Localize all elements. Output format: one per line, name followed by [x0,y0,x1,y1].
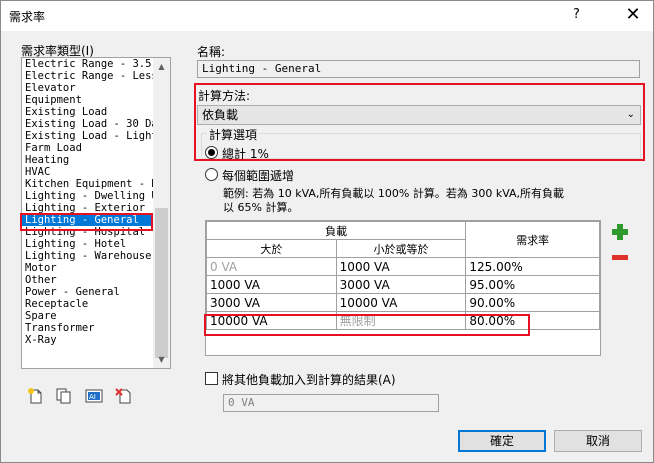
svg-text:AI: AI [89,393,96,401]
demand-factor-dialog: 需求率 ? ✕ 需求率類型(I) Electric Range - 3.5 ..… [0,0,654,463]
add-row-button[interactable] [611,223,629,241]
list-items: Electric Range - 3.5 ...Electric Range -… [22,58,154,346]
option-incremental-label: 每個範圍遞增 [222,169,295,183]
list-item[interactable]: Lighting - Warehouse [22,250,154,262]
cell-less-equal[interactable]: 3000 VA [335,275,467,294]
add-load-field: 0 VA [223,394,439,412]
calc-options-label: 計算選項 [207,126,260,143]
add-load-checkbox[interactable] [205,372,218,385]
window-title: 需求率 [9,10,46,24]
delete-type-button[interactable] [115,387,133,405]
calc-method-value: 依負載 [202,108,239,122]
list-item[interactable]: Existing Load - 30 Day [22,118,154,130]
list-item[interactable]: Receptacle [22,298,154,310]
list-item[interactable]: Existing Load [22,106,154,118]
name-field: Lighting - General [197,60,640,78]
list-item[interactable]: HVAC [22,166,154,178]
scroll-thumb[interactable] [155,208,168,358]
cell-less-equal[interactable]: 10000 VA [335,293,467,312]
chevron-down-icon: ⌄ [626,109,635,120]
list-item[interactable]: X-Ray [22,334,154,346]
table-row[interactable]: 1000 VA 3000 VA 95.00% [206,275,600,294]
list-item[interactable]: Spare [22,310,154,322]
rename-type-button[interactable]: AI [85,387,103,405]
list-item[interactable]: Electric Range - 3.5 ... [22,58,154,70]
list-item[interactable]: Other [22,274,154,286]
help-button[interactable]: ? [573,7,580,22]
option-incremental-radio[interactable] [205,168,218,181]
ok-button[interactable]: 確定 [458,430,546,452]
cancel-button[interactable]: 取消 [554,430,642,452]
list-item[interactable]: Electric Range - Less [22,70,154,82]
cell-factor[interactable]: 125.00% [465,257,600,276]
cell-factor[interactable]: 95.00% [465,275,600,294]
scroll-up-arrow-icon[interactable]: ▲ [153,58,170,75]
cell-greater[interactable]: 3000 VA [206,293,337,312]
table-row[interactable]: 0 VA 1000 VA 125.00% [206,257,600,276]
new-type-button[interactable] [27,387,45,405]
new-document-icon [28,388,42,404]
calc-method-label: 計算方法: [198,89,251,103]
copy-icon [56,388,71,404]
example-text-line2: 以 65% 計算。 [223,201,299,214]
header-greater: 大於 [206,239,337,258]
cell-less-equal[interactable]: 1000 VA [335,257,467,276]
name-label: 名稱: [197,45,226,59]
header-less-equal: 小於或等於 [335,239,467,258]
list-item[interactable]: Lighting - Dwelling U [22,190,154,202]
list-item[interactable]: Heating [22,154,154,166]
list-item[interactable]: Power - General [22,286,154,298]
list-item[interactable]: Transformer [22,322,154,334]
option-total-radio[interactable] [205,146,218,159]
minus-icon [612,255,628,260]
plus-icon [612,224,628,240]
calc-method-select[interactable]: 依負載 ⌄ [197,105,641,125]
last-row-highlight [204,314,530,336]
list-item[interactable]: Elevator [22,82,154,94]
add-load-label: 將其他負載加入到計算的結果(A) [222,373,396,387]
list-scrollbar[interactable]: ▲ ▼ [153,58,170,368]
duplicate-type-button[interactable] [55,387,73,405]
cell-factor[interactable]: 90.00% [465,293,600,312]
list-item[interactable]: Motor [22,262,154,274]
list-item[interactable]: Farm Load [22,142,154,154]
delete-document-icon [115,388,131,404]
remove-row-button[interactable] [611,249,629,267]
scroll-down-arrow-icon[interactable]: ▼ [153,351,170,368]
selected-item-highlight [20,213,153,231]
header-factor: 需求率 [465,221,600,258]
list-item[interactable]: Equipment [22,94,154,106]
cell-greater: 0 VA [206,257,337,276]
table-row[interactable]: 3000 VA 10000 VA 90.00% [206,293,600,312]
option-total-label: 總計 1% [222,147,269,161]
close-button[interactable]: ✕ [617,2,649,30]
header-load: 負載 [205,221,467,240]
list-item[interactable]: Lighting - Hotel [22,238,154,250]
list-item[interactable]: Kitchen Equipment - No [22,178,154,190]
list-item[interactable]: Existing Load - Light [22,130,154,142]
cell-greater[interactable]: 1000 VA [206,275,337,294]
title-bar: 需求率 ? ✕ [1,1,653,31]
rename-icon: AI [85,389,103,403]
